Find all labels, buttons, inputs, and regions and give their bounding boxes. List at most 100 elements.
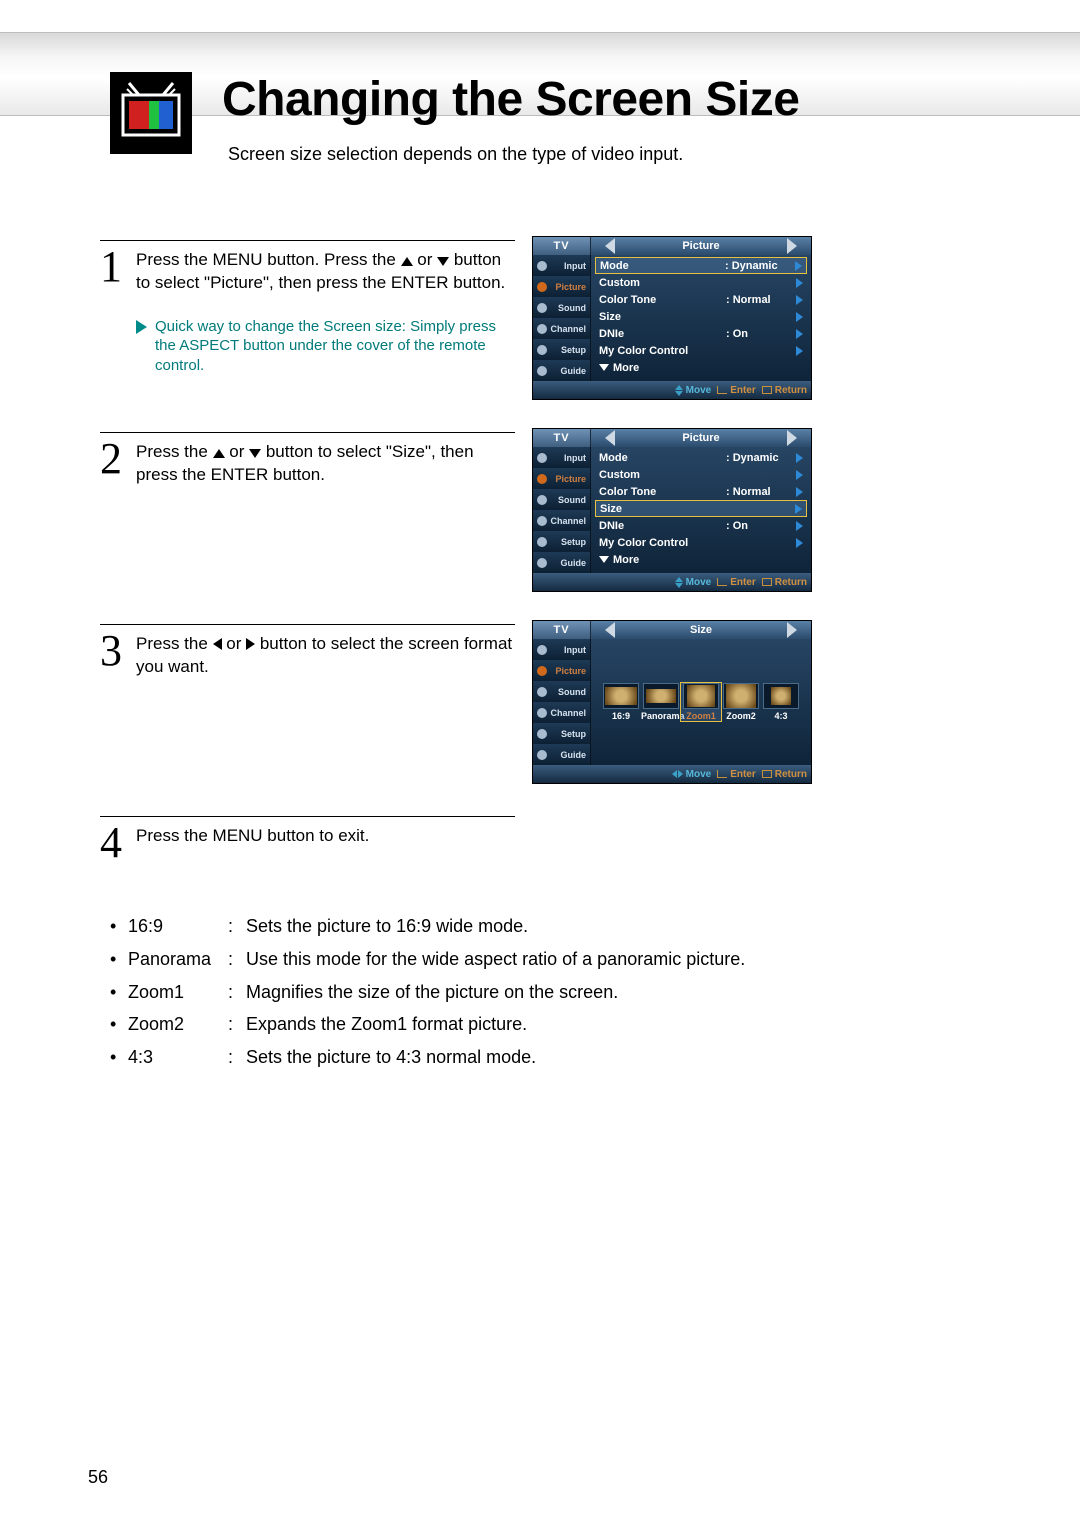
osd-row-custom: Custom [595, 274, 807, 291]
nav-leftright-icon [672, 770, 683, 778]
return-icon [762, 578, 772, 586]
osd-source-label: TV [533, 237, 591, 255]
osd-side-channel: Channel [533, 510, 591, 531]
tv-icon [110, 72, 192, 154]
chevron-right-icon [796, 346, 803, 356]
left-triangle-icon [213, 638, 222, 650]
bullet-zoom2: •Zoom2:Expands the Zoom1 format picture. [110, 1010, 890, 1039]
down-triangle-icon [599, 364, 609, 371]
osd-title: Picture [682, 432, 719, 444]
enter-icon [717, 770, 727, 778]
osd-side-setup: Setup [533, 339, 591, 360]
osd-side-picture: Picture [533, 468, 591, 489]
osd-side-picture: Picture [533, 660, 591, 681]
down-triangle-icon [599, 556, 609, 563]
osd-sidebar: Input Picture Sound Channel Setup Guide [533, 255, 591, 381]
osd-side-input: Input [533, 255, 591, 276]
osd-side-sound: Sound [533, 297, 591, 318]
osd-sidebar: Input Picture Sound Channel Setup Guide [533, 447, 591, 573]
size-option-4-3: 4:3 [761, 683, 801, 721]
right-triangle-icon [246, 638, 255, 650]
chevron-right-icon [795, 504, 802, 514]
step-1-number: 1 [100, 247, 136, 295]
chevron-right-icon [796, 295, 803, 305]
step-4: 4 Press the MENU button to exit. [100, 816, 515, 863]
osd-side-guide: Guide [533, 360, 591, 381]
osd-side-picture: Picture [533, 276, 591, 297]
osd-side-setup: Setup [533, 723, 591, 744]
size-option-panorama: Panorama [641, 683, 681, 721]
osd-row-size: Size [595, 500, 807, 517]
osd-row-mycolor: My Color Control [595, 534, 807, 551]
page-number: 56 [88, 1467, 108, 1488]
osd-side-setup: Setup [533, 531, 591, 552]
osd-title: Picture [682, 240, 719, 252]
osd-side-input: Input [533, 447, 591, 468]
osd-source-label: TV [533, 429, 591, 447]
up-triangle-icon [401, 257, 413, 266]
osd-row-size: Size [595, 308, 807, 325]
page-title: Changing the Screen Size [222, 72, 799, 127]
chevron-right-icon [796, 329, 803, 339]
osd-source-label: TV [533, 621, 591, 639]
osd-sidebar: Input Picture Sound Channel Setup Guide [533, 639, 591, 765]
osd-row-dnie: DNIe: On [595, 517, 807, 534]
step-1-tip: Quick way to change the Screen size: Sim… [155, 317, 515, 376]
osd-side-sound: Sound [533, 681, 591, 702]
osd-side-input: Input [533, 639, 591, 660]
size-option-zoom1: Zoom1 [681, 683, 721, 721]
osd-row-more: More [595, 551, 807, 568]
osd-row-dnie: DNIe: On [595, 325, 807, 342]
bullet-4-3: •4:3:Sets the picture to 4:3 normal mode… [110, 1043, 890, 1072]
size-descriptions: •16:9:Sets the picture to 16:9 wide mode… [110, 912, 890, 1076]
bullet-16-9: •16:9:Sets the picture to 16:9 wide mode… [110, 912, 890, 941]
osd-title: Size [690, 624, 712, 636]
osd-row-custom: Custom [595, 466, 807, 483]
down-triangle-icon [437, 257, 449, 266]
osd-size-options: 16:9 Panorama Zoom1 Zoom2 4:3 [591, 639, 811, 765]
osd-screenshot-2: TV Picture Input Picture Sound Channel S… [532, 428, 812, 592]
osd-screenshot-3: TV Size Input Picture Sound Channel Setu… [532, 620, 812, 784]
step-1-text: Press the MENU button. Press the or butt… [136, 247, 515, 295]
size-option-16-9: 16:9 [601, 683, 641, 721]
chevron-right-icon [795, 261, 802, 271]
step-3-text: Press the or button to select the screen… [136, 631, 515, 679]
osd-row-more: More [595, 359, 807, 376]
step-2-text: Press the or button to select "Size", th… [136, 439, 515, 487]
step-4-number: 4 [100, 823, 136, 863]
bullet-zoom1: •Zoom1:Magnifies the size of the picture… [110, 978, 890, 1007]
down-triangle-icon [249, 449, 261, 458]
enter-icon [717, 578, 727, 586]
osd-side-guide: Guide [533, 744, 591, 765]
nav-updown-icon [675, 385, 683, 396]
page-subtitle: Screen size selection depends on the typ… [228, 144, 683, 165]
step-3: 3 Press the or button to select the scre… [100, 624, 515, 679]
step-1: 1 Press the MENU button. Press the or bu… [100, 240, 515, 375]
chevron-right-icon [796, 470, 803, 480]
osd-side-channel: Channel [533, 702, 591, 723]
chevron-right-icon [796, 453, 803, 463]
step-2: 2 Press the or button to select "Size", … [100, 432, 515, 487]
chevron-right-icon [796, 538, 803, 548]
return-icon [762, 770, 772, 778]
osd-row-mode: Mode: Dynamic [595, 257, 807, 274]
osd-row-mode: Mode: Dynamic [595, 449, 807, 466]
chevron-right-icon [796, 487, 803, 497]
size-option-zoom2: Zoom2 [721, 683, 761, 721]
osd-row-colortone: Color Tone: Normal [595, 291, 807, 308]
osd-row-colortone: Color Tone: Normal [595, 483, 807, 500]
return-icon [762, 386, 772, 394]
step-2-number: 2 [100, 439, 136, 487]
osd-side-sound: Sound [533, 489, 591, 510]
up-triangle-icon [213, 449, 225, 458]
nav-updown-icon [675, 577, 683, 588]
osd-side-channel: Channel [533, 318, 591, 339]
chevron-right-icon [796, 521, 803, 531]
step-4-text: Press the MENU button to exit. [136, 823, 369, 863]
osd-screenshot-1: TV Picture Input Picture Sound Channel S… [532, 236, 812, 400]
chevron-right-icon [796, 312, 803, 322]
osd-side-guide: Guide [533, 552, 591, 573]
step-3-number: 3 [100, 631, 136, 679]
bullet-panorama: •Panorama:Use this mode for the wide asp… [110, 945, 890, 974]
osd-row-mycolor: My Color Control [595, 342, 807, 359]
